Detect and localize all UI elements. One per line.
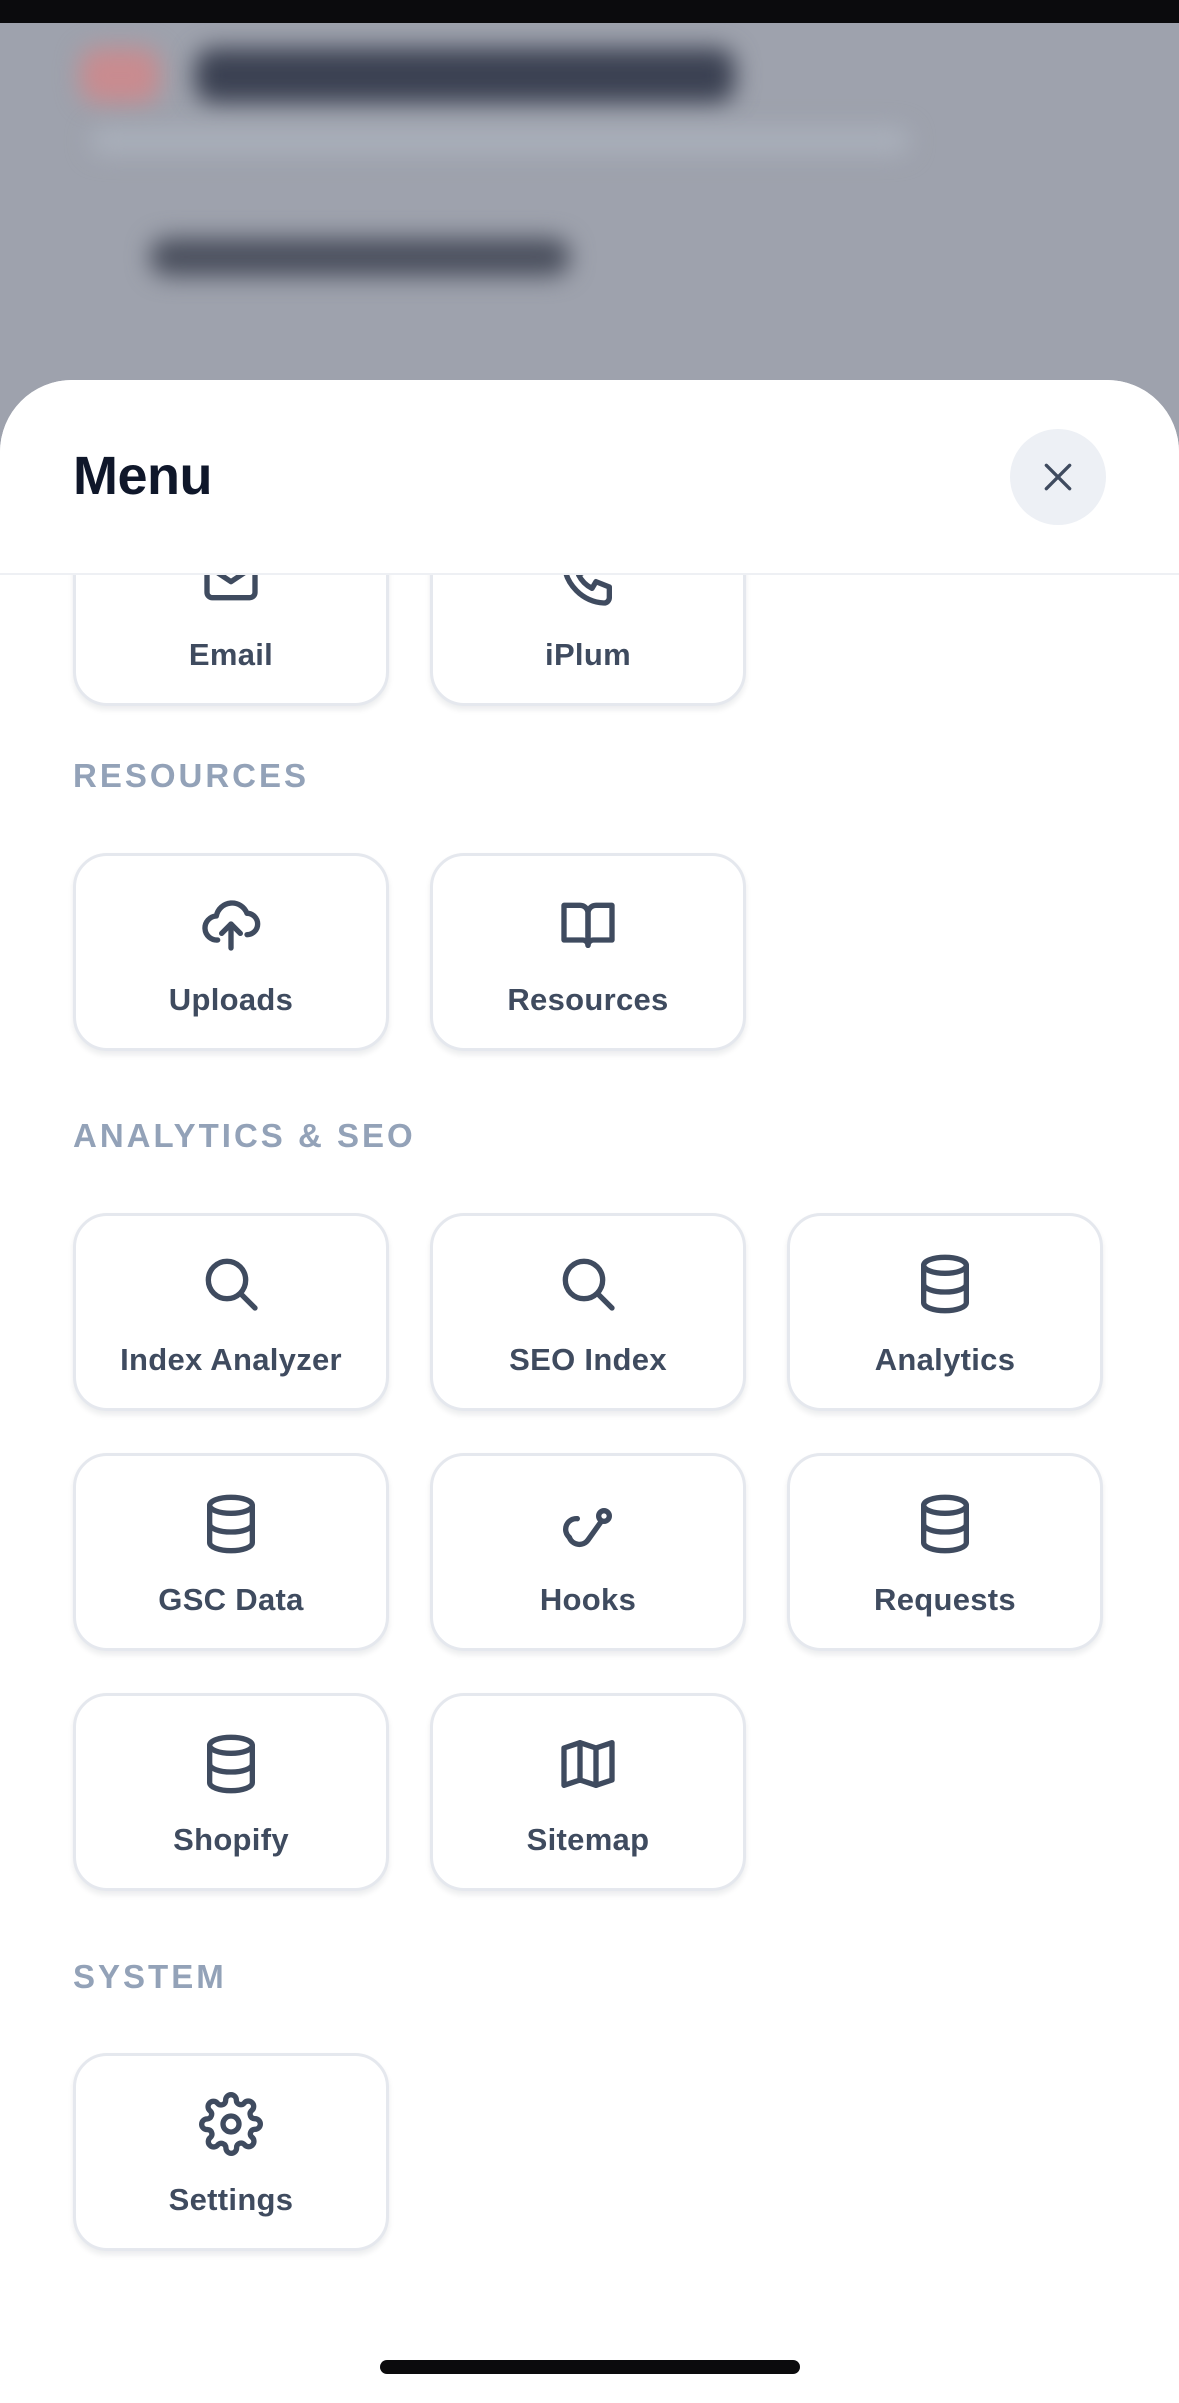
webhook-icon xyxy=(556,1492,620,1556)
menu-item-label: Email xyxy=(188,637,274,672)
menu-item-iplum[interactable]: iPlum xyxy=(430,573,746,706)
menu-item-label: Shopify xyxy=(173,1822,289,1857)
menu-sheet: Menu Email iPlum RESOURCES Uploads Resou… xyxy=(0,380,1179,2403)
menu-item-label: SEO Index xyxy=(509,1342,667,1377)
menu-header: Menu xyxy=(0,380,1179,575)
menu-item-label: Sitemap xyxy=(526,1822,650,1857)
menu-item-requests[interactable]: Requests xyxy=(787,1453,1103,1651)
search-icon xyxy=(556,1252,620,1316)
menu-item-label: iPlum xyxy=(545,637,631,672)
menu-scroll-area[interactable]: Email iPlum RESOURCES Uploads Resources … xyxy=(0,573,1179,2403)
close-button[interactable] xyxy=(1010,429,1106,525)
menu-item-label: Analytics xyxy=(874,1342,1016,1377)
menu-item-label: Settings xyxy=(168,2182,294,2217)
section-title-resources: RESOURCES xyxy=(73,757,310,794)
search-icon xyxy=(199,1252,263,1316)
cloud-upload-icon xyxy=(199,892,263,956)
menu-item-settings[interactable]: Settings xyxy=(73,2053,389,2251)
database-icon xyxy=(913,1252,977,1316)
blurred-subtitle xyxy=(90,128,910,154)
menu-item-uploads[interactable]: Uploads xyxy=(73,853,389,1051)
section-title-system: SYSTEM xyxy=(73,1958,227,1995)
mail-icon xyxy=(199,573,263,611)
menu-item-label: Requests xyxy=(874,1582,1016,1617)
close-icon xyxy=(1044,463,1072,491)
menu-item-label: Uploads xyxy=(168,982,294,1017)
menu-item-index-analyzer[interactable]: Index Analyzer xyxy=(73,1213,389,1411)
menu-item-sitemap[interactable]: Sitemap xyxy=(430,1693,746,1891)
blurred-link xyxy=(150,238,570,276)
menu-item-analytics[interactable]: Analytics xyxy=(787,1213,1103,1411)
database-icon xyxy=(199,1732,263,1796)
menu-item-seo-index[interactable]: SEO Index xyxy=(430,1213,746,1411)
status-bar xyxy=(0,0,1179,23)
menu-item-shopify[interactable]: Shopify xyxy=(73,1693,389,1891)
menu-item-label: Resources xyxy=(507,982,669,1017)
menu-title: Menu xyxy=(73,446,213,506)
gear-icon xyxy=(199,2092,263,2156)
menu-item-hooks[interactable]: Hooks xyxy=(430,1453,746,1651)
menu-item-label: Hooks xyxy=(539,1582,637,1617)
menu-item-label: GSC Data xyxy=(158,1582,304,1617)
blurred-logo xyxy=(80,48,160,103)
blurred-heading xyxy=(195,48,735,103)
menu-item-email[interactable]: Email xyxy=(73,573,389,706)
book-open-icon xyxy=(556,892,620,956)
section-title-analytics-seo: ANALYTICS & SEO xyxy=(73,1117,416,1154)
map-icon xyxy=(556,1732,620,1796)
menu-item-gsc-data[interactable]: GSC Data xyxy=(73,1453,389,1651)
database-icon xyxy=(199,1492,263,1556)
menu-item-resources[interactable]: Resources xyxy=(430,853,746,1051)
menu-item-label: Index Analyzer xyxy=(120,1342,342,1377)
database-icon xyxy=(913,1492,977,1556)
phone-icon xyxy=(556,573,620,611)
